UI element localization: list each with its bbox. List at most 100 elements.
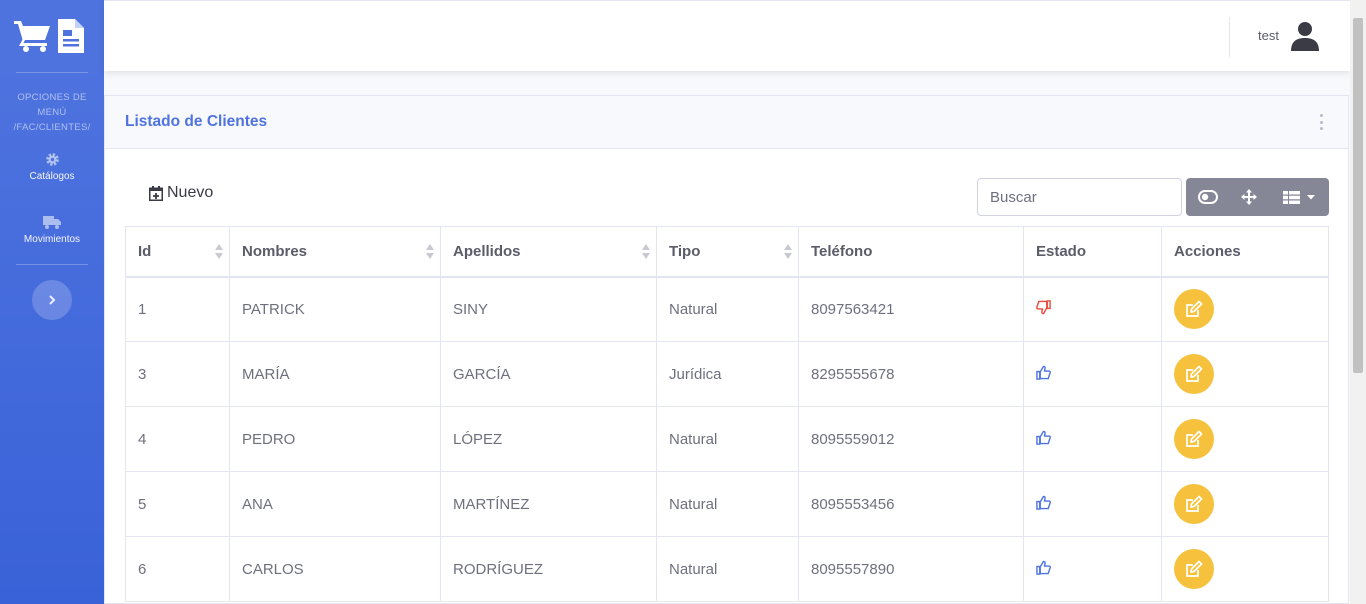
cog-icon: [45, 153, 59, 166]
cell-nombres: MARÍA: [229, 341, 441, 407]
cell-apellidos: GARCÍA: [440, 341, 657, 407]
brand-logo[interactable]: [14, 16, 90, 56]
column-header-label: Teléfono: [811, 242, 873, 260]
search-input[interactable]: [977, 178, 1182, 216]
clients-card: Listado de Clientes Nuevo Buscar Id Nomb…: [104, 95, 1349, 604]
cell-telefono: 8095553456: [798, 471, 1024, 537]
table-row: 6 CARLOS RODRÍGUEZ Natural 8095557890: [125, 536, 1329, 602]
cell-id: 3: [125, 341, 230, 407]
column-header-nombres[interactable]: Nombres: [229, 226, 441, 278]
sidebar-divider: [16, 264, 88, 265]
sidebar-heading-line: /FAC/CLIENTES/: [13, 122, 91, 133]
columns-dropdown-button[interactable]: [1268, 178, 1329, 216]
card-header: Listado de Clientes: [105, 96, 1348, 149]
new-client-button[interactable]: Nuevo: [149, 184, 213, 202]
topbar: test: [104, 0, 1350, 71]
cell-tipo: Natural: [656, 276, 799, 342]
edit-button[interactable]: [1174, 419, 1214, 459]
sidebar-item-label: Movimientos: [23, 234, 81, 245]
cell-apellidos: LÓPEZ: [440, 406, 657, 472]
cell-acciones: [1161, 276, 1329, 342]
move-columns-button[interactable]: [1230, 178, 1268, 216]
thumbs-down-icon: [1036, 299, 1051, 315]
edit-button[interactable]: [1174, 484, 1214, 524]
cell-telefono: 8095559012: [798, 406, 1024, 472]
cell-id: 5: [125, 471, 230, 537]
cell-estado[interactable]: [1023, 471, 1162, 537]
cell-estado[interactable]: [1023, 341, 1162, 407]
cell-nombres: PATRICK: [229, 276, 441, 342]
cell-telefono: 8295555678: [798, 341, 1024, 407]
edit-button[interactable]: [1174, 354, 1214, 394]
table-tools-group: [1186, 178, 1329, 216]
card-title: Listado de Clientes: [125, 113, 268, 130]
user-name[interactable]: test: [1258, 28, 1279, 43]
column-header-label: Id: [138, 242, 152, 260]
column-header-label: Estado: [1036, 242, 1087, 260]
caret-down-icon: [1306, 194, 1315, 199]
cell-acciones: [1161, 471, 1329, 537]
cell-tipo: Natural: [656, 471, 799, 537]
table-row: 5 ANA MARTÍNEZ Natural 8095553456: [125, 471, 1329, 537]
page-scrollbar[interactable]: [1350, 0, 1366, 604]
sidebar-heading-line: MENÚ: [37, 107, 67, 118]
thumbs-up-icon: [1036, 495, 1051, 510]
sort-icon: [426, 244, 434, 260]
grid-columns-icon: [1282, 190, 1300, 204]
cell-acciones: [1161, 406, 1329, 472]
cell-apellidos: RODRÍGUEZ: [440, 536, 657, 602]
cell-estado[interactable]: [1023, 276, 1162, 342]
sort-icon: [784, 244, 792, 260]
edit-icon: [1186, 300, 1203, 318]
column-header-id[interactable]: Id: [125, 226, 230, 278]
column-header-label: Nombres: [242, 242, 308, 260]
table-row: 1 PATRICK SINY Natural 8097563421: [125, 276, 1329, 342]
thumbs-up-icon: [1036, 430, 1051, 445]
sidebar-heading-line: OPCIONES DE: [17, 92, 87, 103]
sidebar-item-label: Catálogos: [29, 171, 75, 182]
sidebar-toggle-button[interactable]: [32, 280, 72, 320]
sort-icon: [215, 244, 223, 260]
edit-icon: [1186, 495, 1203, 512]
cell-acciones: [1161, 341, 1329, 407]
thumbs-up-icon: [1036, 365, 1051, 380]
cell-tipo: Jurídica: [656, 341, 799, 407]
cell-estado[interactable]: [1023, 406, 1162, 472]
edit-button[interactable]: [1174, 289, 1214, 330]
cell-nombres: CARLOS: [229, 536, 441, 602]
table-body: 1 PATRICK SINY Natural 8097563421 3 MARÍA GARCÍ…: [125, 276, 1329, 602]
cell-acciones: [1161, 536, 1329, 602]
column-header-apellidos[interactable]: Apellidos: [440, 226, 657, 278]
sidebar: OPCIONES DE MENÚ /FAC/CLIENTES/ Catálogo…: [0, 0, 104, 604]
scrollbar-thumb[interactable]: [1353, 18, 1363, 373]
column-header-estado: Estado: [1023, 226, 1162, 278]
document-icon: [58, 19, 84, 53]
cell-apellidos: SINY: [440, 276, 657, 342]
column-header-tipo[interactable]: Tipo: [656, 226, 799, 278]
sidebar-item-catalogos[interactable]: Catálogos: [0, 152, 104, 182]
cell-estado[interactable]: [1023, 536, 1162, 602]
thumbs-up-icon: [1036, 560, 1051, 575]
new-client-label: Nuevo: [167, 184, 214, 201]
table-row: 3 MARÍA GARCÍA Jurídica 8295555678: [125, 341, 1329, 407]
user-avatar-icon[interactable]: [1290, 21, 1320, 51]
edit-button[interactable]: [1174, 549, 1214, 589]
sidebar-item-movimientos[interactable]: Movimientos: [0, 215, 104, 245]
calendar-plus-icon: [149, 185, 163, 201]
edit-icon: [1186, 365, 1203, 382]
edit-icon: [1186, 430, 1203, 447]
cell-nombres: PEDRO: [229, 406, 441, 472]
sidebar-heading: OPCIONES DE MENÚ /FAC/CLIENTES/: [0, 90, 104, 135]
table-row: 4 PEDRO LÓPEZ Natural 8095559012: [125, 406, 1329, 472]
more-options-icon[interactable]: [1318, 114, 1324, 130]
cell-telefono: 8097563421: [798, 276, 1024, 342]
column-header-telefono: Teléfono: [798, 226, 1024, 278]
cell-id: 4: [125, 406, 230, 472]
cell-id: 1: [125, 276, 230, 342]
cell-tipo: Natural: [656, 536, 799, 602]
arrows-move-icon: [1241, 189, 1257, 205]
cell-id: 6: [125, 536, 230, 602]
toggle-view-button[interactable]: [1186, 178, 1230, 216]
cell-telefono: 8095557890: [798, 536, 1024, 602]
sidebar-divider: [16, 72, 88, 73]
